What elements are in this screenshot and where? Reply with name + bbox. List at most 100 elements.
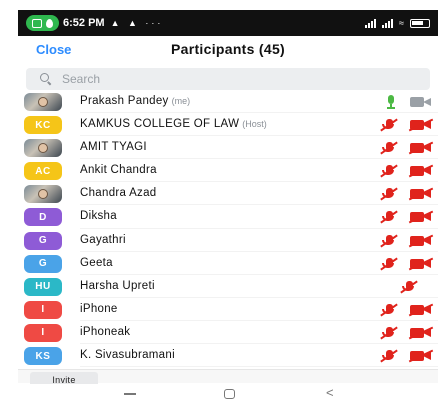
avatar: KC (24, 116, 62, 135)
avatar (24, 185, 62, 204)
avatar: KS (24, 347, 62, 366)
participant-row[interactable]: IiPhoneak (18, 321, 438, 345)
participant-row[interactable]: D Diksha (18, 205, 438, 229)
avatar: G (24, 231, 62, 250)
status-bar: 6:52 PM ▲ ▲ ··· ≈ (18, 10, 438, 36)
battery-icon (410, 18, 430, 28)
participant-name: KAMKUS COLLEGE OF LAW (Host) (80, 118, 267, 130)
participant-name-text: AMIT TYAGI (80, 141, 147, 154)
mic-muted-icon[interactable] (380, 118, 398, 132)
video-off-icon[interactable] (408, 326, 434, 340)
avatar: HU (24, 277, 62, 296)
participant-name-text: Chandra Azad (80, 187, 157, 200)
mic-muted-icon[interactable] (380, 210, 398, 225)
avatar: D (24, 208, 62, 227)
participant-name-text: Diksha (80, 210, 117, 223)
participant-name-text: Gayathri (80, 233, 126, 246)
mic-muted-icon[interactable] (380, 164, 398, 178)
participant-name-text: Geeta (80, 256, 113, 269)
participant-row[interactable]: IiPhone (18, 298, 438, 321)
participant-name-text: KAMKUS COLLEGE OF LAW (80, 118, 240, 131)
video-call-icon (32, 18, 42, 28)
mic-muted-icon[interactable] (380, 349, 398, 363)
signal-icon-2 (382, 18, 394, 28)
participant-name-text: iPhone (80, 302, 118, 315)
participant-name: Prakash Pandey (me) (80, 95, 190, 107)
footer-bar: Invite (18, 369, 438, 388)
participant-name-text: K. Sivasubramani (80, 349, 175, 362)
mic-muted-icon[interactable] (400, 280, 418, 294)
profile-photo (38, 143, 48, 154)
video-off-icon[interactable] (408, 349, 434, 363)
row-divider (80, 366, 438, 368)
participant-name-text: Harsha Upreti (80, 279, 155, 292)
avatar: I (24, 323, 62, 342)
home-icon[interactable] (224, 389, 235, 399)
participant-row[interactable]: AC Ankit Chandra (18, 159, 438, 183)
mic-muted-icon[interactable] (380, 326, 398, 340)
android-nav-bar: < (18, 384, 438, 406)
participant-name: Gayathri (80, 234, 126, 246)
participant-row[interactable]: KC KAMKUS COLLEGE OF LAW (Host) (18, 113, 438, 137)
wifi-icon: ≈ (399, 18, 404, 28)
search-icon (40, 73, 52, 85)
back-icon[interactable]: < (326, 385, 334, 400)
call-indicator (26, 15, 59, 31)
participant-row[interactable]: G Geeta (18, 252, 438, 275)
participant-name: iPhone (80, 303, 118, 315)
participant-row[interactable]: Prakash Pandey (me) (18, 90, 438, 114)
profile-photo (38, 97, 48, 107)
video-off-icon[interactable] (408, 234, 434, 247)
mic-muted-icon[interactable] (380, 187, 398, 201)
mic-muted-icon[interactable] (380, 303, 398, 317)
participant-role-tag: (Host) (242, 119, 267, 130)
participant-name: Diksha (80, 210, 117, 222)
mic-muted-icon[interactable] (380, 141, 398, 155)
avatar: G (24, 254, 62, 273)
video-off-icon[interactable] (408, 187, 434, 201)
mic-icon[interactable] (383, 95, 399, 109)
recent-apps-icon[interactable] (124, 393, 136, 395)
participant-name-text: Prakash Pandey (80, 95, 169, 107)
video-off-icon[interactable] (408, 211, 434, 224)
phone-screen: 6:52 PM ▲ ▲ ··· ≈ Close Participants (45… (18, 10, 438, 406)
participant-row[interactable]: G Gayathri (18, 229, 438, 252)
video-off-icon[interactable] (408, 257, 434, 271)
avatar (24, 93, 62, 111)
participant-name-text: iPhoneak (80, 325, 131, 338)
search-input[interactable] (62, 72, 402, 86)
video-off-icon[interactable] (408, 303, 434, 317)
video-off-icon[interactable] (408, 141, 434, 155)
participant-row[interactable]: AMIT TYAGI (18, 136, 438, 160)
mic-status-icon (46, 18, 53, 28)
video-off-icon[interactable] (408, 164, 434, 178)
participant-name: K. Sivasubramani (80, 349, 175, 361)
participant-name: Ankit Chandra (80, 164, 157, 176)
participant-name: iPhoneak (80, 326, 130, 338)
mic-muted-icon[interactable] (380, 257, 398, 271)
participant-name: AMIT TYAGI (80, 141, 147, 153)
status-time: 6:52 PM (63, 17, 105, 29)
participant-role-tag: (me) (171, 96, 191, 106)
signal-icon (365, 18, 377, 28)
avatar: I (24, 300, 62, 319)
notification-icons: ▲ ▲ ··· (110, 18, 164, 28)
avatar (24, 139, 62, 158)
page-title: Participants (45) (170, 41, 286, 57)
participant-name: Geeta (80, 257, 113, 269)
profile-photo (38, 189, 48, 200)
search-bar[interactable] (26, 68, 430, 90)
participant-name-text: Ankit Chandra (80, 164, 157, 177)
participant-name: Harsha Upreti (80, 280, 155, 292)
video-camera-icon[interactable] (410, 96, 432, 108)
status-right-icons: ≈ (365, 18, 430, 28)
mic-muted-icon[interactable] (380, 234, 398, 248)
participant-list: Prakash Pandey (me) KC KAMKUS COLLEGE OF LA… (18, 90, 438, 368)
video-off-icon[interactable] (408, 118, 434, 132)
participant-row[interactable]: KS K. Sivasubramani (18, 344, 438, 368)
avatar: AC (24, 162, 62, 181)
participant-name: Chandra Azad (80, 187, 157, 199)
participant-row[interactable]: Chandra Azad (18, 182, 438, 206)
participants-header: Close Participants (45) (18, 36, 438, 64)
participant-row[interactable]: HU Harsha Upreti (18, 275, 438, 298)
